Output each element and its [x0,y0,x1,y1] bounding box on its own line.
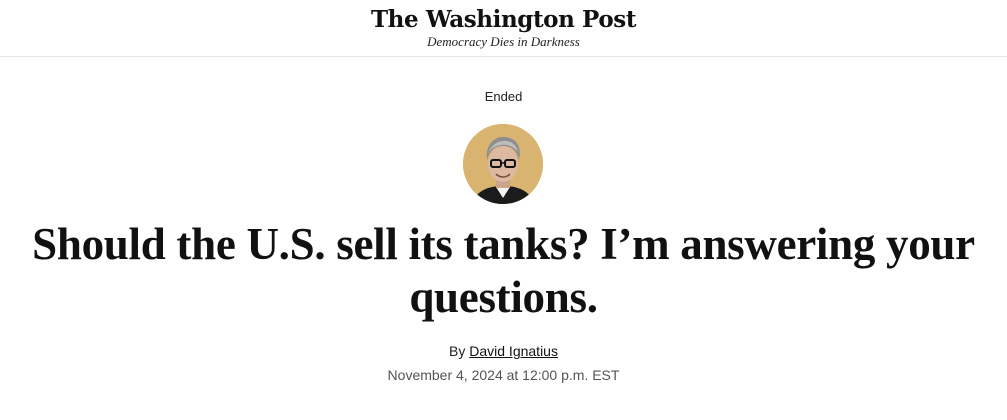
live-status-label: Ended [484,89,523,104]
site-tagline: Democracy Dies in Darkness [427,34,580,49]
author-link[interactable]: David Ignatius [469,343,558,359]
publish-date: November 4, 2024 at 12:00 p.m. EST [387,367,620,383]
author-photo-icon [463,124,543,204]
author-avatar [463,124,543,204]
byline-prefix: By [449,343,466,359]
byline: By David Ignatius [0,342,1007,360]
article-headline: Should the U.S. sell its tanks? I’m answ… [32,219,975,322]
masthead: The Washington Post Democracy Dies in Da… [0,0,1007,57]
site-logo[interactable]: The Washington Post [0,5,1007,35]
